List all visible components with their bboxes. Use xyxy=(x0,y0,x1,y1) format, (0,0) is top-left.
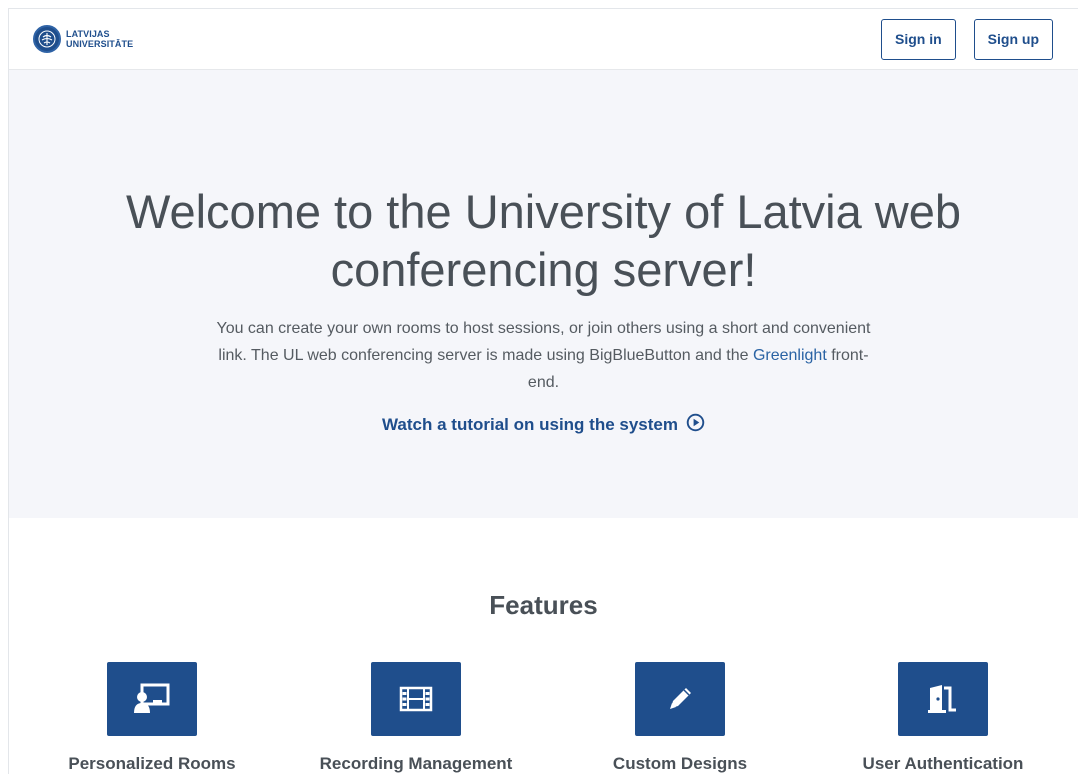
film-icon xyxy=(371,662,461,736)
hero-description: You can create your own rooms to host se… xyxy=(204,315,884,396)
greenlight-link[interactable]: Greenlight xyxy=(753,347,827,364)
top-nav: LATVIJAS UNIVERSITĀTE Sign in Sign up xyxy=(9,9,1078,70)
personalized-rooms-icon xyxy=(107,662,197,736)
hero-section: Welcome to the University of Latvia web … xyxy=(9,70,1078,518)
feature-personalized-rooms: Personalized Rooms xyxy=(42,662,262,774)
features-list: Personalized Rooms Recording Management … xyxy=(9,621,1078,773)
brand-name: LATVIJAS UNIVERSITĀTE xyxy=(66,29,133,49)
page-frame: LATVIJAS UNIVERSITĀTE Sign in Sign up We… xyxy=(8,8,1078,774)
feature-custom-designs: Custom Designs xyxy=(570,662,790,774)
university-seal-icon xyxy=(33,25,61,53)
features-section: Features Personalized Rooms Recording Ma… xyxy=(9,590,1078,773)
auth-buttons: Sign in Sign up xyxy=(881,18,1053,60)
feature-recording-management: Recording Management xyxy=(306,662,526,774)
feature-label: Recording Management xyxy=(319,754,513,773)
feature-label: Personalized Rooms xyxy=(68,754,236,773)
tutorial-link[interactable]: Watch a tutorial on using the system xyxy=(382,413,705,437)
sign-up-button[interactable]: Sign up xyxy=(973,18,1053,60)
features-title: Features xyxy=(489,590,598,620)
brand-logo[interactable]: LATVIJAS UNIVERSITĀTE xyxy=(33,25,133,53)
feature-user-authentication: User Authentication xyxy=(833,662,1053,774)
play-circle-icon xyxy=(686,413,705,437)
hero-title: Welcome to the University of Latvia web … xyxy=(125,185,962,296)
feature-label: User Authentication xyxy=(862,754,1024,773)
sign-in-button[interactable]: Sign in xyxy=(881,18,956,60)
feature-label: Custom Designs xyxy=(612,754,748,773)
brand-line-2: UNIVERSITĀTE xyxy=(66,39,134,49)
pencil-icon xyxy=(635,662,725,736)
door-open-icon xyxy=(898,662,988,736)
brand-line-1: LATVIJAS xyxy=(66,29,110,39)
tutorial-link-label: Watch a tutorial on using the system xyxy=(382,415,678,434)
